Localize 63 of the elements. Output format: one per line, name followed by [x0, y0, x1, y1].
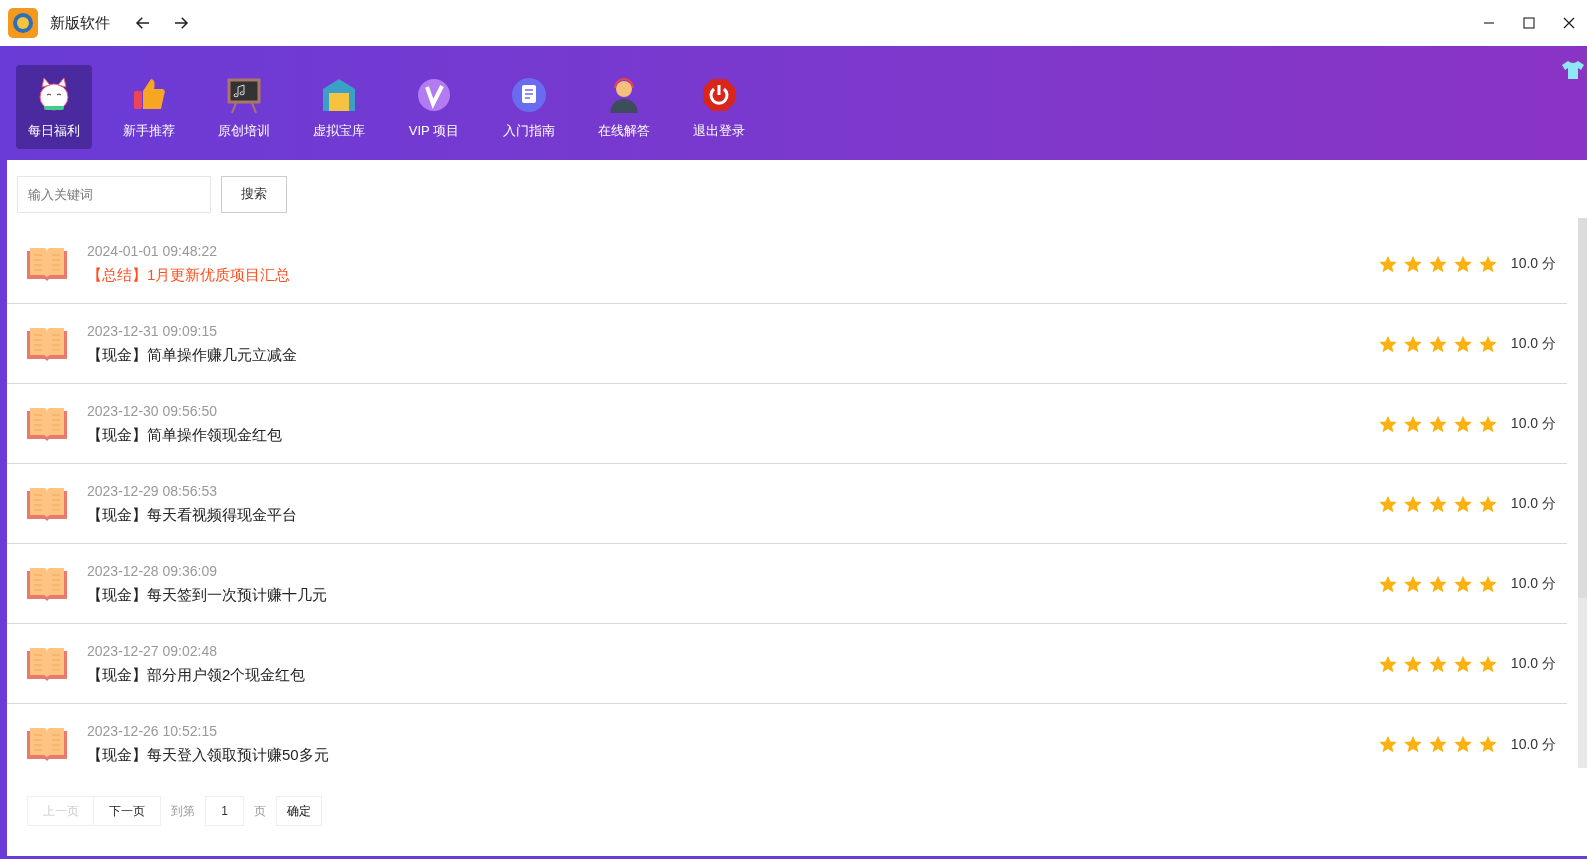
- nav-tab[interactable]: 虚拟宝库: [301, 65, 377, 149]
- item-title[interactable]: 【现金】每天登入领取预计赚50多元: [87, 744, 329, 767]
- search-button[interactable]: 搜索: [221, 175, 287, 213]
- list-item[interactable]: 2023-12-30 09:56:50 【现金】简单操作领现金红包 10.0 分: [7, 384, 1567, 464]
- score-text: 10.0 分: [1510, 254, 1556, 273]
- item-date: 2023-12-29 08:56:53: [87, 481, 218, 501]
- item-date: 2023-12-26 10:52:15: [87, 722, 218, 742]
- star-icon: [1477, 734, 1498, 754]
- book-icon: [26, 727, 68, 761]
- item-title[interactable]: 【现金】每天看视频得现金平台: [87, 503, 297, 527]
- star-icon: [1377, 734, 1398, 754]
- book-icon: [26, 326, 68, 361]
- list-item[interactable]: 2023-12-29 08:56:53 【现金】每天看视频得现金平台 10.0 分: [7, 464, 1567, 544]
- book-icon: [26, 646, 68, 681]
- page-suffix: 页: [254, 803, 266, 820]
- item-date: 2023-12-27 09:02:48: [87, 641, 218, 661]
- book-icon: [26, 486, 68, 521]
- nav-tab[interactable]: 每日福利: [16, 65, 92, 149]
- score-text: 10.0 分: [1510, 574, 1556, 593]
- nav-tab[interactable]: 新手推荐: [111, 65, 187, 149]
- score-text: 10.0 分: [1510, 654, 1556, 673]
- list-item[interactable]: 2023-12-26 10:52:15 【现金】每天登入领取预计赚50多元 10.0 分: [7, 704, 1567, 784]
- score-text: 10.0 分: [1510, 494, 1556, 513]
- score-text: 10.0 分: [1510, 734, 1556, 754]
- search-field[interactable]: 输入关键词: [17, 175, 211, 213]
- item-date: 2024-01-01 09:48:22: [87, 241, 218, 261]
- score-text: 10.0 分: [1510, 414, 1556, 433]
- item-date: 2023-12-31 09:09:15: [87, 321, 218, 341]
- book-icon: [26, 246, 68, 281]
- page-number-field[interactable]: 1: [205, 796, 244, 826]
- nav-tab[interactable]: 原创培训: [206, 65, 282, 149]
- back-arrow-icon[interactable]: [134, 14, 152, 32]
- star-icon: [1427, 734, 1448, 754]
- forward-arrow-icon[interactable]: [172, 14, 190, 32]
- nav-tab[interactable]: VIP 项目: [396, 65, 472, 149]
- maximize-icon[interactable]: [1523, 17, 1535, 29]
- window-title: 新版软件: [50, 12, 110, 33]
- close-icon[interactable]: [1563, 17, 1575, 29]
- document-icon: [509, 75, 549, 115]
- star-icon: [1452, 734, 1473, 754]
- list-item[interactable]: 2024-01-01 09:48:22 【总结】1月更新优质项目汇总 10.0 分: [7, 224, 1567, 304]
- nav-tab[interactable]: 入门指南: [491, 65, 567, 149]
- item-date: 2023-12-28 09:36:09: [87, 561, 218, 581]
- score-text: 10.0 分: [1510, 334, 1556, 353]
- star-icon: [1402, 734, 1423, 754]
- nav-tab[interactable]: 在线解答: [586, 65, 662, 149]
- book-icon: [26, 566, 68, 601]
- item-title[interactable]: 【现金】简单操作赚几元立减金: [87, 343, 297, 367]
- goto-label: 到第: [171, 803, 195, 820]
- nav-tab[interactable]: 退出登录: [681, 65, 757, 149]
- scrollbar-thumb[interactable]: [1578, 218, 1587, 598]
- list-item[interactable]: 2023-12-27 09:02:48 【现金】部分用户领2个现金红包 10.0 分: [7, 624, 1567, 704]
- item-title[interactable]: 【现金】部分用户领2个现金红包: [87, 663, 306, 687]
- list-item[interactable]: 2023-12-31 09:09:15 【现金】简单操作赚几元立减金 10.0 分: [7, 304, 1567, 384]
- item-title[interactable]: 【现金】简单操作领现金红包: [87, 423, 282, 447]
- next-page-button[interactable]: 下一页: [94, 796, 161, 826]
- t-shirt-icon[interactable]: [1561, 60, 1585, 80]
- item-date: 2023-12-30 09:56:50: [87, 401, 218, 421]
- item-title[interactable]: 【现金】每天签到一次预计赚十几元: [87, 583, 327, 607]
- book-icon: [26, 406, 68, 441]
- list-item[interactable]: 2023-12-28 09:36:09 【现金】每天签到一次预计赚十几元 10.0 分: [7, 544, 1567, 624]
- app-logo-icon: [8, 8, 38, 38]
- confirm-button[interactable]: 确定: [276, 796, 322, 826]
